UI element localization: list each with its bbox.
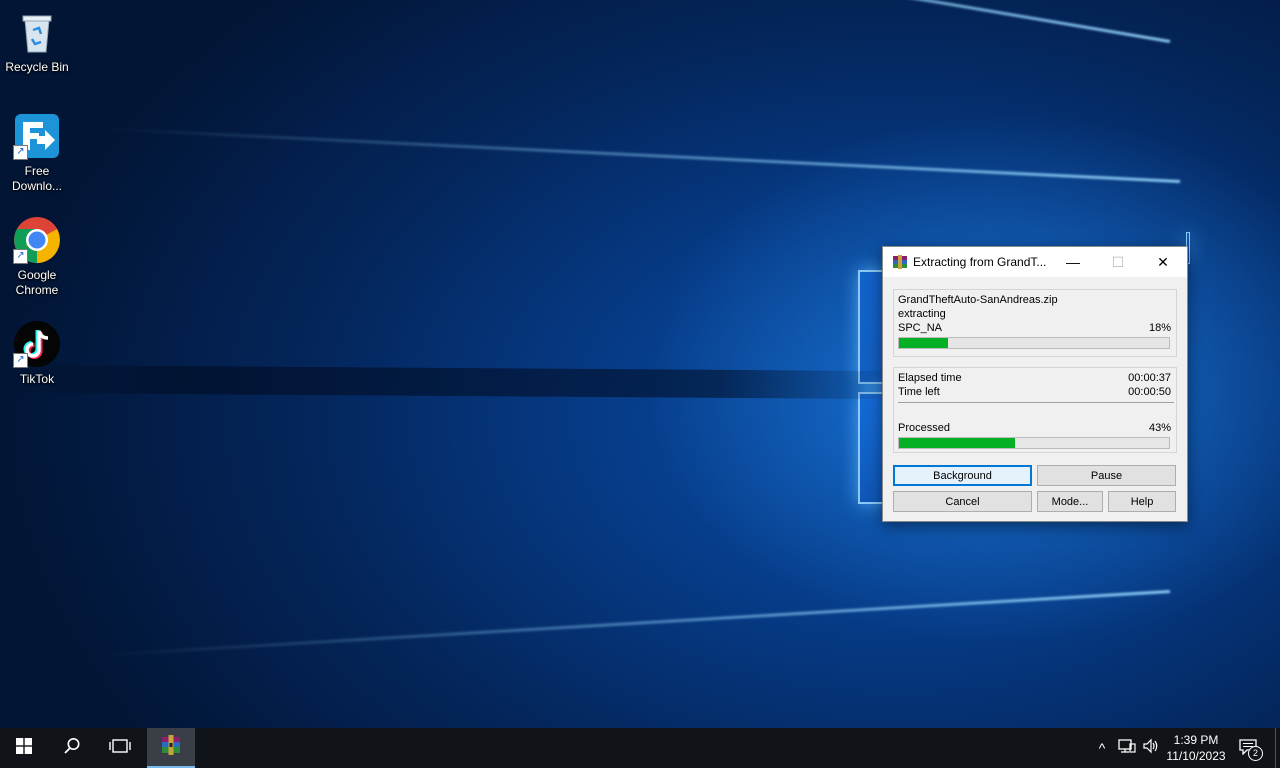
cancel-button[interactable]: Cancel (893, 491, 1032, 512)
winrar-icon (892, 254, 908, 270)
desktop-icon-free-download-manager[interactable]: ↗ Free Downlo... (0, 112, 74, 194)
show-desktop-button[interactable] (1275, 728, 1280, 768)
desktop-icon-label: Free Downlo... (11, 164, 63, 193)
time-left-label: Time left (898, 386, 940, 398)
tiktok-icon: ↗ (13, 320, 61, 368)
free-download-manager-icon: ↗ (13, 112, 61, 160)
search-button[interactable] (48, 728, 96, 768)
processed-label: Processed (898, 422, 950, 434)
background-button[interactable]: Background (893, 465, 1032, 486)
taskbar-app-winrar[interactable] (147, 728, 195, 768)
desktop-icon-recycle-bin[interactable]: Recycle Bin (0, 8, 74, 75)
archive-name: GrandTheftAuto-SanAndreas.zip (898, 294, 1058, 306)
shortcut-arrow-icon: ↗ (13, 249, 28, 264)
extraction-dialog: Extracting from GrandT... — ☐ ✕ GrandThe… (882, 246, 1188, 522)
task-view-button[interactable] (96, 728, 144, 768)
wallpaper-beam (101, 590, 1171, 657)
search-icon (63, 737, 81, 759)
shortcut-arrow-icon: ↗ (13, 145, 28, 160)
time-left-value: 00:00:50 (1128, 386, 1171, 398)
wallpaper-beam (75, 0, 1171, 43)
file-percent: 18% (1148, 322, 1171, 334)
clock-date: 11/10/2023 (1166, 749, 1226, 763)
divider (898, 402, 1174, 403)
current-file-name: SPC_NA (898, 322, 943, 334)
action-center-button[interactable]: 2 (1234, 728, 1264, 768)
task-view-icon (109, 738, 131, 758)
minimize-button[interactable]: — (1050, 247, 1096, 277)
desktop-icon-label: TikTok (19, 372, 55, 386)
desktop-icon-label: Recycle Bin (5, 60, 69, 74)
processed-progress-bar (898, 437, 1170, 449)
close-button[interactable]: ✕ (1140, 247, 1186, 277)
action-label: extracting (898, 308, 946, 320)
mode-button[interactable]: Mode... (1037, 491, 1103, 512)
clock[interactable]: 1:39 PM 11/10/2023 (1160, 732, 1232, 764)
winrar-icon (160, 734, 182, 760)
wallpaper-shadow-band (0, 364, 900, 400)
taskbar: ^ 1:39 PM 11/10/2023 2 (0, 728, 1280, 768)
file-progress-group: GrandTheftAuto-SanAndreas.zip extracting… (893, 289, 1177, 357)
dialog-titlebar[interactable]: Extracting from GrandT... — ☐ ✕ (883, 247, 1187, 277)
processed-progress-fill (899, 438, 1016, 448)
help-button[interactable]: Help (1108, 491, 1176, 512)
recycle-bin-icon (13, 8, 61, 56)
elapsed-time-value: 00:00:37 (1128, 372, 1171, 384)
shortcut-arrow-icon: ↗ (13, 353, 28, 368)
desktop-icon-google-chrome[interactable]: ↗ Google Chrome (0, 216, 74, 298)
network-icon (1118, 738, 1136, 759)
clock-time: 1:39 PM (1173, 733, 1219, 747)
desktop-icon-label: Google Chrome (15, 268, 59, 297)
notification-icon: 2 (1239, 739, 1263, 761)
maximize-button: ☐ (1111, 253, 1125, 270)
time-group: Elapsed time 00:00:37 Time left 00:00:50… (893, 367, 1177, 453)
volume-button[interactable] (1140, 728, 1162, 768)
desktop-background: Recycle Bin ↗ Free Downlo... ↗ Google Ch… (0, 0, 1280, 728)
volume-icon (1142, 738, 1160, 759)
chrome-icon: ↗ (13, 216, 61, 264)
processed-percent: 43% (1148, 422, 1171, 434)
file-progress-fill (899, 338, 948, 348)
notification-count-badge: 2 (1248, 746, 1263, 761)
tray-overflow-button[interactable]: ^ (1094, 728, 1110, 768)
dialog-title: Extracting from GrandT... (913, 255, 1047, 269)
elapsed-time-label: Elapsed time (898, 372, 962, 384)
pause-button[interactable]: Pause (1037, 465, 1176, 486)
wallpaper-beam (101, 127, 1181, 183)
network-button[interactable] (1116, 728, 1138, 768)
file-progress-bar (898, 337, 1170, 349)
start-button[interactable] (0, 728, 48, 768)
desktop-icon-tiktok[interactable]: ↗ TikTok (0, 320, 74, 387)
windows-start-icon (16, 738, 32, 758)
